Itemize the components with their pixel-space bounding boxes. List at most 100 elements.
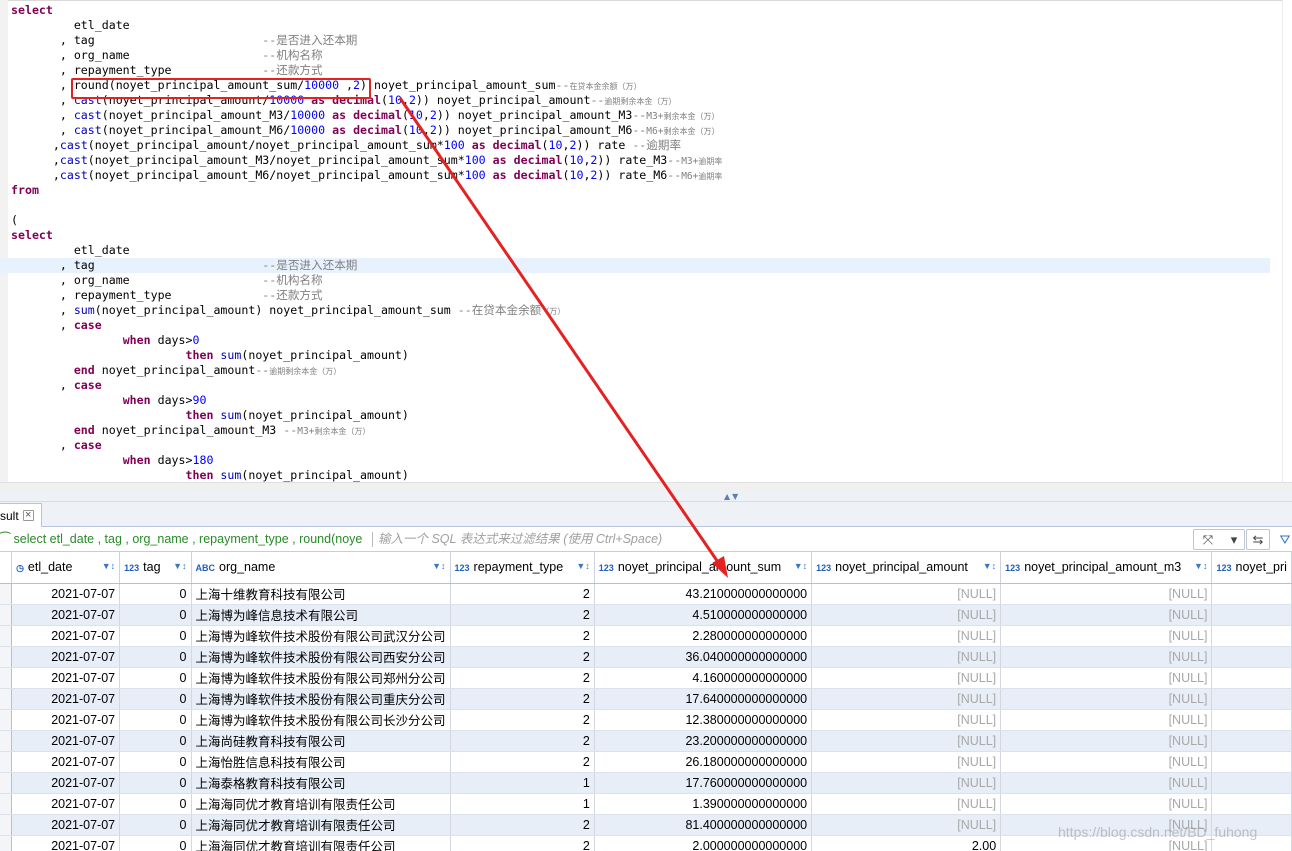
code-line[interactable]: ,cast(noyet_principal_amount/noyet_princ…	[11, 138, 1270, 153]
table-cell[interactable]: 2021-07-07	[11, 793, 121, 815]
code-line[interactable]: , tag --是否进入还本期	[11, 33, 1270, 48]
table-cell[interactable]: 2	[450, 688, 595, 710]
table-cell[interactable]: 上海博为峰软件技术股份有限公司西安分公司	[191, 646, 451, 668]
table-cell[interactable]: 4.510000000000000	[594, 604, 813, 626]
table-cell[interactable]: [NULL]	[811, 583, 1002, 605]
code-line[interactable]: , tag --是否进入还本期	[0, 258, 1270, 273]
column-header-etl-date[interactable]: ◷ etl_date ▼↕	[11, 552, 121, 584]
table-cell[interactable]	[1211, 793, 1292, 815]
table-row[interactable]: 2021-07-07 0 上海博为峰软件技术股份有限公司重庆分公司 2 17.64000…	[0, 688, 1292, 710]
table-cell[interactable]: 2	[450, 667, 595, 689]
table-cell[interactable]: 上海博为峰软件技术股份有限公司郑州分公司	[191, 667, 451, 689]
row-number-cell[interactable]	[0, 835, 13, 851]
table-cell[interactable]: 0	[119, 730, 192, 752]
table-row[interactable]: 2021-07-07 0 上海海同优才教育培训有限责任公司 2 2.0000000000…	[0, 835, 1292, 851]
table-cell[interactable]: 2	[450, 814, 595, 836]
table-row[interactable]: 2021-07-07 0 上海海同优才教育培训有限责任公司 2 81.400000000…	[0, 814, 1292, 836]
table-cell[interactable]: 上海博为峰软件技术股份有限公司重庆分公司	[191, 688, 451, 710]
table-cell[interactable]: [NULL]	[1000, 814, 1213, 836]
code-line[interactable]: end noyet_principal_amount--逾期剩余本金（万）	[11, 363, 1270, 378]
code-line[interactable]: select	[11, 228, 1270, 243]
table-cell[interactable]: 上海博为峰软件技术股份有限公司武汉分公司	[191, 625, 451, 647]
table-cell[interactable]: [NULL]	[1000, 793, 1213, 815]
table-cell[interactable]: 0	[119, 814, 192, 836]
table-cell[interactable]: 上海泰格教育科技有限公司	[191, 772, 451, 794]
table-cell[interactable]: 12.380000000000000	[594, 709, 813, 731]
close-icon[interactable]: ×	[22, 510, 34, 521]
dropdown-icon[interactable]: ▾	[1225, 531, 1243, 548]
table-cell[interactable]: [NULL]	[1000, 772, 1213, 794]
table-row[interactable]: 2021-07-07 0 上海十维教育科技有限公司 2 43.2100000000000…	[0, 583, 1292, 605]
table-cell[interactable]	[1211, 688, 1292, 710]
code-line[interactable]: , org_name --机构名称	[11, 273, 1270, 288]
table-cell[interactable]	[1211, 709, 1292, 731]
table-cell[interactable]: 2021-07-07	[11, 835, 121, 851]
column-filter-sort-icon[interactable]: ▼↕	[1194, 561, 1207, 571]
column-filter-sort-icon[interactable]: ▼↕	[173, 561, 186, 571]
panel-splitter[interactable]: ▲▼	[0, 492, 1292, 502]
table-cell[interactable]: 2	[450, 751, 595, 773]
code-line[interactable]: , case	[11, 318, 1270, 333]
table-cell[interactable]: [NULL]	[1000, 835, 1213, 851]
table-cell[interactable]: 0	[119, 751, 192, 773]
table-cell[interactable]: 上海海同优才教育培训有限责任公司	[191, 835, 451, 851]
table-cell[interactable]: 2021-07-07	[11, 646, 121, 668]
table-cell[interactable]: 0	[119, 646, 192, 668]
filter-expression-input[interactable]	[378, 529, 1188, 549]
expand-icon[interactable]: ⤧	[1199, 531, 1217, 548]
table-cell[interactable]: 上海尚硅教育科技有限公司	[191, 730, 451, 752]
table-cell[interactable]	[1211, 835, 1292, 851]
table-cell[interactable]: 2	[450, 835, 595, 851]
code-line[interactable]: when days>90	[11, 393, 1270, 408]
table-cell[interactable]: [NULL]	[811, 814, 1002, 836]
column-filter-sort-icon[interactable]: ▼↕	[432, 561, 445, 571]
table-cell[interactable]: 43.210000000000000	[594, 583, 813, 605]
table-cell[interactable]	[1211, 730, 1292, 752]
table-cell[interactable]: [NULL]	[811, 751, 1002, 773]
table-cell[interactable]: 2021-07-07	[11, 688, 121, 710]
table-cell[interactable]: [NULL]	[811, 730, 1002, 752]
code-line[interactable]: , cast(noyet_principal_amount_M6/10000 a…	[11, 123, 1270, 138]
code-line[interactable]: , sum(noyet_principal_amount) noyet_prin…	[11, 303, 1270, 318]
table-row[interactable]: 2021-07-07 0 上海尚硅教育科技有限公司 2 23.2000000000000…	[0, 730, 1292, 752]
table-cell[interactable]: [NULL]	[811, 688, 1002, 710]
editor-horizontal-scrollbar[interactable]	[0, 482, 1292, 492]
table-cell[interactable]: 2	[450, 625, 595, 647]
table-cell[interactable]: [NULL]	[1000, 667, 1213, 689]
table-cell[interactable]: [NULL]	[1000, 625, 1213, 647]
editor-vertical-scrollbar[interactable]	[1282, 0, 1292, 482]
table-cell[interactable]: 2021-07-07	[11, 583, 121, 605]
table-cell[interactable]: 2.000000000000000	[594, 835, 813, 851]
table-row[interactable]: 2021-07-07 0 上海怡胜信息科技有限公司 2 26.1800000000000…	[0, 751, 1292, 773]
table-cell[interactable]: 上海十维教育科技有限公司	[191, 583, 451, 605]
table-cell[interactable]: 0	[119, 667, 192, 689]
table-cell[interactable]: [NULL]	[811, 667, 1002, 689]
code-line[interactable]: , case	[11, 378, 1270, 393]
table-cell[interactable]: 2021-07-07	[11, 772, 121, 794]
table-cell[interactable]	[1211, 625, 1292, 647]
table-cell[interactable]: 2021-07-07	[11, 667, 121, 689]
table-cell[interactable]: 0	[119, 772, 192, 794]
sql-editor[interactable]: select etl_date , tag --是否进入还本期 , org_na…	[0, 0, 1292, 492]
table-cell[interactable]: 1	[450, 772, 595, 794]
table-cell[interactable]: 23.200000000000000	[594, 730, 813, 752]
code-line[interactable]: , round(noyet_principal_amount_sum/10000…	[11, 78, 1270, 93]
table-cell[interactable]: 17.760000000000000	[594, 772, 813, 794]
column-filter-sort-icon[interactable]: ▼↕	[794, 561, 807, 571]
table-cell[interactable]: 1	[450, 793, 595, 815]
row-number-cell[interactable]	[0, 751, 13, 773]
column-header-noyet-principal-amount-sum[interactable]: 123 noyet_principal_amount_sum ▼↕	[594, 552, 813, 584]
column-header-noyet-principal-amount-m3[interactable]: 123 noyet_principal_amount_m3 ▼↕	[1000, 552, 1213, 584]
table-row[interactable]: 2021-07-07 0 上海博为峰软件技术股份有限公司武汉分公司 2 2.280000…	[0, 625, 1292, 647]
code-lines[interactable]: select etl_date , tag --是否进入还本期 , org_na…	[0, 3, 1270, 483]
table-cell[interactable]: 2	[450, 730, 595, 752]
code-line[interactable]: , repayment_type --还款方式	[11, 288, 1270, 303]
table-cell[interactable]: 上海海同优才教育培训有限责任公司	[191, 814, 451, 836]
table-cell[interactable]: [NULL]	[1000, 688, 1213, 710]
table-cell[interactable]	[1211, 583, 1292, 605]
table-cell[interactable]	[1211, 667, 1292, 689]
table-cell[interactable]: 81.400000000000000	[594, 814, 813, 836]
column-header-tag[interactable]: 123 tag ▼↕	[119, 552, 192, 584]
code-line[interactable]: when days>180	[11, 453, 1270, 468]
table-cell[interactable]: 0	[119, 709, 192, 731]
